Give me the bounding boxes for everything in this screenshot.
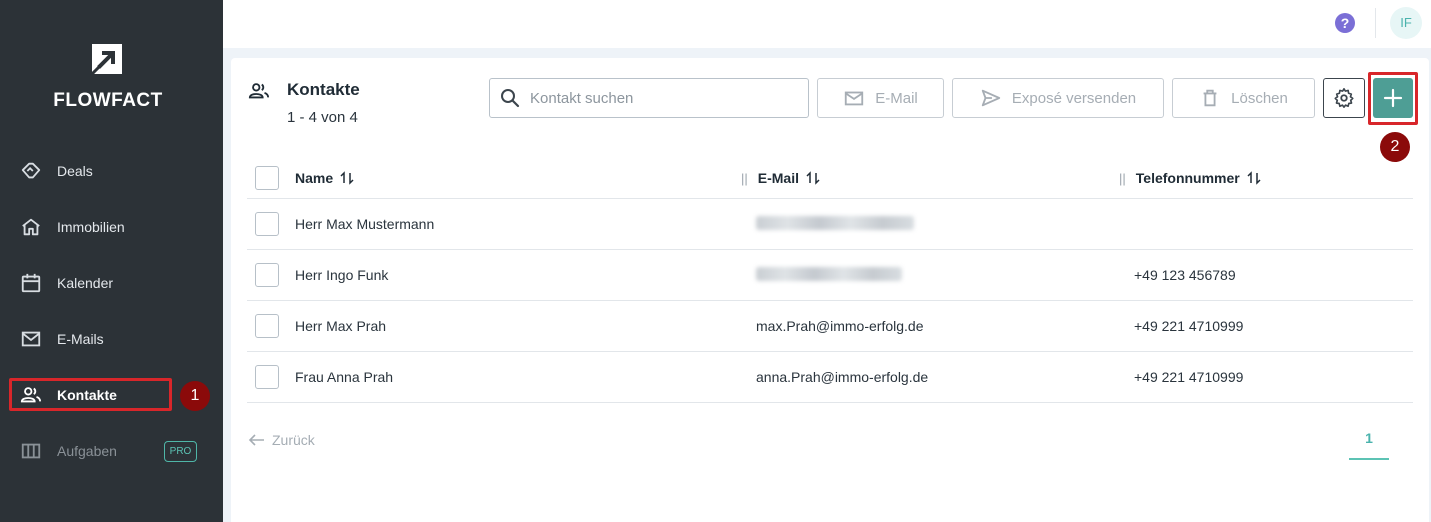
send-icon	[981, 89, 1001, 107]
sort-icon	[1247, 171, 1261, 185]
column-header-phone[interactable]: || Telefonnummer	[1119, 170, 1262, 186]
search-box[interactable]	[489, 78, 809, 118]
column-header-name[interactable]: Name	[295, 170, 355, 186]
sidebar-item-label: E-Mails	[57, 331, 104, 347]
gear-icon	[1334, 88, 1354, 108]
sidebar-item-label: Kalender	[57, 275, 114, 291]
contact-phone: +49 221 4710999	[1134, 318, 1244, 334]
contact-name[interactable]: Herr Max Mustermann	[295, 216, 434, 232]
contact-email[interactable]: max.Prah@immo-erfolg.de	[756, 318, 924, 334]
blurred-email	[756, 216, 914, 230]
contact-phone: +49 123 456789	[1134, 267, 1236, 283]
row-divider	[247, 402, 1413, 403]
row-checkbox[interactable]	[255, 314, 279, 338]
sidebar-item-label: Aufgaben	[57, 443, 117, 459]
flowfact-logo-icon	[92, 44, 122, 74]
delete-button-label: Löschen	[1231, 89, 1288, 107]
row-checkbox[interactable]	[255, 212, 279, 236]
row-divider	[247, 249, 1413, 250]
trash-icon	[1203, 89, 1217, 107]
sidebar-item-kalender[interactable]: Kalender	[0, 263, 223, 303]
column-header-label: E-Mail	[757, 170, 799, 186]
handshake-icon	[21, 162, 41, 179]
column-resize-handle[interactable]: ||	[1119, 171, 1126, 186]
select-all-checkbox[interactable]	[255, 166, 279, 190]
contact-email[interactable]: anna.Prah@immo-erfolg.de	[756, 369, 928, 385]
send-expose-button-label: Exposé versenden	[1011, 89, 1137, 107]
blurred-email	[756, 267, 902, 281]
calendar-icon	[21, 273, 41, 293]
user-avatar[interactable]: IF	[1390, 7, 1422, 39]
result-count: 1 - 4 von 4	[287, 109, 358, 126]
brand-name: FLOWFACT	[53, 90, 163, 111]
contact-name[interactable]: Herr Max Prah	[295, 318, 386, 334]
email-button-label: E-Mail	[875, 89, 918, 107]
contact-phone: +49 221 4710999	[1134, 369, 1244, 385]
highlight-kontakte	[9, 378, 172, 411]
contacts-card	[231, 58, 1429, 522]
board-icon	[21, 443, 41, 459]
help-icon[interactable]: ?	[1334, 12, 1356, 34]
pagination-back-label: Zurück	[272, 432, 315, 448]
search-icon	[501, 89, 520, 108]
sidebar-item-deals[interactable]: Deals	[0, 151, 223, 191]
step-badge-2: 2	[1380, 132, 1410, 162]
sidebar-item-aufgaben[interactable]: Aufgaben PRO	[0, 431, 223, 471]
column-header-label: Name	[295, 170, 334, 186]
sort-icon	[806, 171, 820, 185]
arrow-left-icon	[248, 434, 264, 446]
row-divider	[247, 351, 1413, 352]
mail-icon	[21, 331, 41, 347]
row-checkbox[interactable]	[255, 365, 279, 389]
send-expose-button[interactable]: Exposé versenden	[952, 78, 1164, 118]
sidebar-item-label: Deals	[57, 163, 93, 179]
sidebar: FLOWFACT Deals Immobilien Kalender E-Mai…	[0, 0, 223, 522]
topbar-divider	[1375, 8, 1376, 38]
pro-badge: PRO	[164, 441, 197, 462]
svg-text:?: ?	[1341, 15, 1350, 31]
search-input[interactable]	[530, 87, 800, 109]
contacts-icon	[248, 83, 270, 99]
column-header-label: Telefonnummer	[1135, 170, 1240, 186]
pagination-active-indicator	[1349, 458, 1389, 460]
delete-button[interactable]: Löschen	[1172, 78, 1315, 118]
sidebar-item-emails[interactable]: E-Mails	[0, 319, 223, 359]
home-icon	[22, 218, 40, 236]
column-resize-handle[interactable]: ||	[741, 171, 748, 186]
column-header-email[interactable]: || E-Mail	[741, 170, 821, 186]
row-checkbox[interactable]	[255, 263, 279, 287]
pagination-page-1[interactable]: 1	[1349, 430, 1389, 446]
contact-name[interactable]: Frau Anna Prah	[295, 369, 393, 385]
settings-button[interactable]	[1323, 78, 1365, 118]
email-button[interactable]: E-Mail	[817, 78, 944, 118]
sort-icon	[340, 171, 354, 185]
contact-name[interactable]: Herr Ingo Funk	[295, 267, 388, 283]
page-title: Kontakte	[287, 80, 360, 99]
pagination-back-button[interactable]: Zurück	[248, 431, 315, 449]
mail-icon	[845, 91, 864, 106]
top-bar	[223, 0, 1431, 48]
sidebar-item-immobilien[interactable]: Immobilien	[0, 207, 223, 247]
highlight-add-button	[1368, 72, 1418, 125]
row-divider	[247, 198, 1413, 199]
sidebar-item-label: Immobilien	[57, 219, 125, 235]
row-divider	[247, 300, 1413, 301]
step-badge-1: 1	[180, 381, 210, 411]
